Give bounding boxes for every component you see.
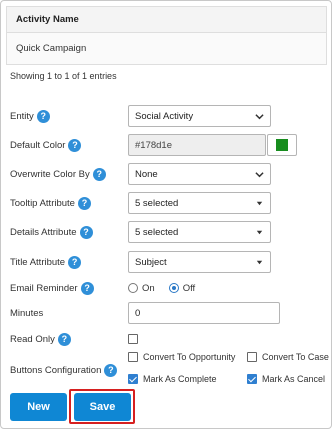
convert-to-case-option[interactable]: Convert To Case (247, 352, 329, 362)
table-header[interactable]: Activity Name (6, 6, 327, 33)
email-reminder-off-label: Off (182, 282, 196, 294)
read-only-checkbox[interactable] (128, 334, 138, 344)
title-attribute-row: Title Attribute ? Subject (10, 251, 326, 273)
overwrite-color-row: Overwrite Color By ? None (10, 163, 326, 185)
column-header-activity-name: Activity Name (16, 14, 79, 25)
tooltip-attribute-value: 5 selected (135, 197, 179, 209)
convert-to-opportunity-checkbox[interactable] (128, 352, 138, 362)
mark-as-cancel-option[interactable]: Mark As Cancel (247, 374, 325, 384)
panel: Activity Name Quick Campaign Showing 1 t… (0, 0, 332, 429)
help-icon[interactable]: ? (80, 281, 94, 295)
tooltip-attribute-label: Tooltip Attribute (10, 197, 75, 209)
title-attribute-value: Subject (135, 256, 167, 268)
read-only-row: Read Only ? (10, 328, 326, 350)
details-attribute-value: 5 selected (135, 226, 179, 238)
entity-value: Social Activity (135, 110, 194, 122)
chevron-down-icon (255, 172, 264, 178)
tooltip-attribute-select[interactable]: 5 selected (128, 192, 271, 214)
caret-down-icon (256, 201, 263, 206)
help-icon[interactable]: ? (92, 167, 106, 181)
chevron-down-icon (255, 114, 264, 120)
email-reminder-on-radio[interactable] (128, 283, 138, 293)
minutes-input[interactable]: 0 (128, 302, 280, 324)
title-attribute-label: Title Attribute (10, 256, 66, 268)
color-swatch (276, 139, 288, 151)
table-cell-activity-name: Quick Campaign (16, 43, 87, 54)
help-icon[interactable]: ? (104, 363, 118, 377)
new-button[interactable]: New (10, 393, 67, 421)
details-attribute-select[interactable]: 5 selected (128, 221, 271, 243)
help-icon[interactable]: ? (77, 196, 91, 210)
convert-to-case-checkbox[interactable] (247, 352, 257, 362)
caret-down-icon (256, 260, 263, 265)
help-icon[interactable]: ? (79, 225, 93, 239)
help-icon[interactable]: ? (57, 332, 71, 346)
caret-down-icon (256, 230, 263, 235)
help-icon[interactable]: ? (68, 255, 82, 269)
minutes-value: 0 (135, 307, 141, 319)
email-reminder-radios: On Off (128, 283, 195, 294)
details-attribute-row: Details Attribute ? 5 selected (10, 221, 326, 243)
default-color-row: Default Color ? #178d1e (10, 134, 326, 156)
overwrite-color-value: None (135, 168, 158, 180)
default-color-input[interactable]: #178d1e (128, 134, 266, 156)
email-reminder-row: Email Reminder ? On Off (10, 277, 326, 299)
table-row[interactable]: Quick Campaign (6, 33, 327, 65)
convert-to-opportunity-option[interactable]: Convert To Opportunity (128, 352, 235, 362)
overwrite-color-select[interactable]: None (128, 163, 271, 185)
entity-label: Entity (10, 110, 34, 122)
activity-table: Activity Name Quick Campaign (6, 6, 327, 65)
default-color-value: #178d1e (135, 139, 172, 151)
color-picker-button[interactable] (267, 134, 297, 156)
email-reminder-label: Email Reminder (10, 282, 78, 294)
save-button[interactable]: Save (74, 393, 131, 421)
overwrite-color-label: Overwrite Color By (10, 168, 90, 180)
email-reminder-off-radio[interactable] (168, 283, 179, 293)
tooltip-attribute-row: Tooltip Attribute ? 5 selected (10, 192, 326, 214)
help-icon[interactable]: ? (68, 138, 82, 152)
minutes-row: Minutes 0 (10, 302, 326, 324)
read-only-label: Read Only (10, 333, 55, 345)
mark-as-complete-checkbox[interactable] (128, 374, 138, 384)
mark-as-cancel-checkbox[interactable] (247, 374, 257, 384)
buttons-configuration-label: Buttons Configuration (10, 364, 102, 376)
entity-select[interactable]: Social Activity (128, 105, 271, 127)
email-reminder-on-label: On (142, 282, 155, 294)
minutes-label: Minutes (10, 307, 44, 319)
title-attribute-select[interactable]: Subject (128, 251, 271, 273)
details-attribute-label: Details Attribute (10, 226, 77, 238)
default-color-label: Default Color (10, 139, 66, 151)
entity-row: Entity ? Social Activity (10, 105, 326, 127)
entries-info: Showing 1 to 1 of 1 entries (10, 71, 117, 81)
help-icon[interactable]: ? (36, 109, 50, 123)
mark-as-complete-option[interactable]: Mark As Complete (128, 374, 217, 384)
